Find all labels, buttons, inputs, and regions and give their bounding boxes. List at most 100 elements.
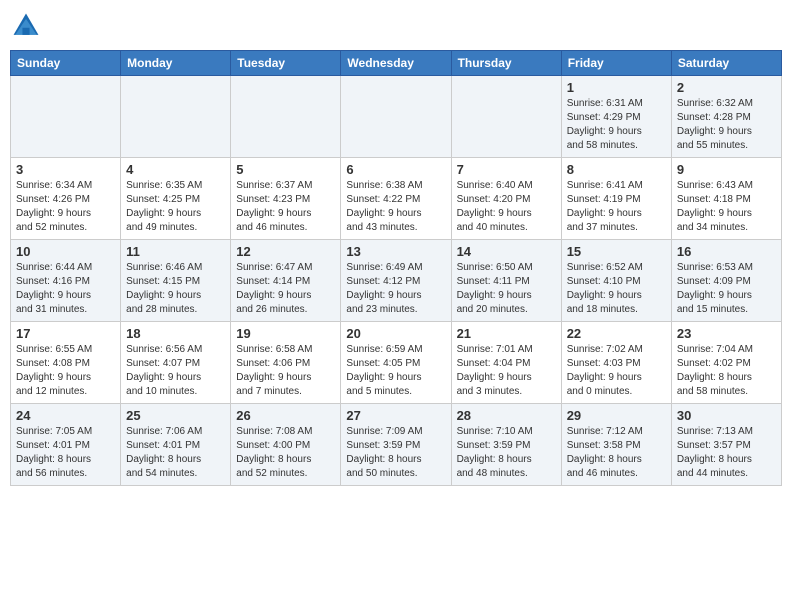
- calendar-cell: 22 Sunrise: 7:02 AM Sunset: 4:03 PM Dayli…: [561, 322, 671, 404]
- day-number: 6: [346, 162, 445, 177]
- calendar-cell: 30 Sunrise: 7:13 AM Sunset: 3:57 PM Dayli…: [671, 404, 781, 486]
- day-number: 8: [567, 162, 666, 177]
- calendar-cell: 11 Sunrise: 6:46 AM Sunset: 4:15 PM Dayli…: [121, 240, 231, 322]
- calendar-cell: 28 Sunrise: 7:10 AM Sunset: 3:59 PM Dayli…: [451, 404, 561, 486]
- calendar-table: SundayMondayTuesdayWednesdayThursdayFrid…: [10, 50, 782, 486]
- day-header: Monday: [121, 51, 231, 76]
- day-number: 13: [346, 244, 445, 259]
- logo-icon: [10, 10, 42, 42]
- day-number: 20: [346, 326, 445, 341]
- day-header: Wednesday: [341, 51, 451, 76]
- day-header: Sunday: [11, 51, 121, 76]
- cell-info: Sunrise: 6:47 AM Sunset: 4:14 PM Dayligh…: [236, 261, 335, 317]
- cell-info: Sunrise: 6:32 AM Sunset: 4:28 PM Dayligh…: [677, 97, 776, 153]
- cell-info: Sunrise: 6:37 AM Sunset: 4:23 PM Dayligh…: [236, 179, 335, 235]
- calendar-cell: 14 Sunrise: 6:50 AM Sunset: 4:11 PM Dayli…: [451, 240, 561, 322]
- day-header: Saturday: [671, 51, 781, 76]
- day-number: 5: [236, 162, 335, 177]
- calendar-cell: 1Sunrise: 6:31 AM Sunset: 4:29 PM Daylig…: [561, 76, 671, 158]
- day-number: 15: [567, 244, 666, 259]
- week-row: 10 Sunrise: 6:44 AM Sunset: 4:16 PM Dayli…: [11, 240, 782, 322]
- calendar-cell: [451, 76, 561, 158]
- calendar-cell: 20Sunrise: 6:59 AM Sunset: 4:05 PM Dayli…: [341, 322, 451, 404]
- cell-info: Sunrise: 7:06 AM Sunset: 4:01 PM Dayligh…: [126, 425, 225, 481]
- day-number: 19: [236, 326, 335, 341]
- day-number: 29: [567, 408, 666, 423]
- day-number: 30: [677, 408, 776, 423]
- calendar-cell: 13 Sunrise: 6:49 AM Sunset: 4:12 PM Dayli…: [341, 240, 451, 322]
- cell-info: Sunrise: 6:46 AM Sunset: 4:15 PM Dayligh…: [126, 261, 225, 317]
- header-row: SundayMondayTuesdayWednesdayThursdayFrid…: [11, 51, 782, 76]
- cell-info: Sunrise: 6:41 AM Sunset: 4:19 PM Dayligh…: [567, 179, 666, 235]
- day-number: 9: [677, 162, 776, 177]
- calendar-cell: 12Sunrise: 6:47 AM Sunset: 4:14 PM Dayli…: [231, 240, 341, 322]
- day-number: 22: [567, 326, 666, 341]
- calendar-cell: 2 Sunrise: 6:32 AM Sunset: 4:28 PM Daylig…: [671, 76, 781, 158]
- calendar-cell: 8 Sunrise: 6:41 AM Sunset: 4:19 PM Daylig…: [561, 158, 671, 240]
- day-number: 7: [457, 162, 556, 177]
- cell-info: Sunrise: 6:53 AM Sunset: 4:09 PM Dayligh…: [677, 261, 776, 317]
- calendar-cell: [11, 76, 121, 158]
- cell-info: Sunrise: 6:50 AM Sunset: 4:11 PM Dayligh…: [457, 261, 556, 317]
- day-number: 2: [677, 80, 776, 95]
- day-header: Thursday: [451, 51, 561, 76]
- cell-info: Sunrise: 6:55 AM Sunset: 4:08 PM Dayligh…: [16, 343, 115, 399]
- day-number: 23: [677, 326, 776, 341]
- calendar-cell: 17Sunrise: 6:55 AM Sunset: 4:08 PM Dayli…: [11, 322, 121, 404]
- calendar-cell: 26 Sunrise: 7:08 AM Sunset: 4:00 PM Dayli…: [231, 404, 341, 486]
- cell-info: Sunrise: 7:12 AM Sunset: 3:58 PM Dayligh…: [567, 425, 666, 481]
- cell-info: Sunrise: 6:38 AM Sunset: 4:22 PM Dayligh…: [346, 179, 445, 235]
- cell-info: Sunrise: 6:58 AM Sunset: 4:06 PM Dayligh…: [236, 343, 335, 399]
- cell-info: Sunrise: 7:01 AM Sunset: 4:04 PM Dayligh…: [457, 343, 556, 399]
- page: SundayMondayTuesdayWednesdayThursdayFrid…: [0, 0, 792, 612]
- calendar-cell: 24Sunrise: 7:05 AM Sunset: 4:01 PM Dayli…: [11, 404, 121, 486]
- day-number: 18: [126, 326, 225, 341]
- cell-info: Sunrise: 6:40 AM Sunset: 4:20 PM Dayligh…: [457, 179, 556, 235]
- header: [10, 10, 782, 42]
- day-header: Friday: [561, 51, 671, 76]
- cell-info: Sunrise: 7:13 AM Sunset: 3:57 PM Dayligh…: [677, 425, 776, 481]
- cell-info: Sunrise: 7:10 AM Sunset: 3:59 PM Dayligh…: [457, 425, 556, 481]
- cell-info: Sunrise: 6:52 AM Sunset: 4:10 PM Dayligh…: [567, 261, 666, 317]
- calendar-cell: 16 Sunrise: 6:53 AM Sunset: 4:09 PM Dayli…: [671, 240, 781, 322]
- cell-info: Sunrise: 7:02 AM Sunset: 4:03 PM Dayligh…: [567, 343, 666, 399]
- cell-info: Sunrise: 7:05 AM Sunset: 4:01 PM Dayligh…: [16, 425, 115, 481]
- day-number: 25: [126, 408, 225, 423]
- week-row: 3Sunrise: 6:34 AM Sunset: 4:26 PM Daylig…: [11, 158, 782, 240]
- logo: [10, 10, 46, 42]
- day-number: 28: [457, 408, 556, 423]
- day-header: Tuesday: [231, 51, 341, 76]
- day-number: 26: [236, 408, 335, 423]
- calendar-cell: 19 Sunrise: 6:58 AM Sunset: 4:06 PM Dayli…: [231, 322, 341, 404]
- day-number: 21: [457, 326, 556, 341]
- day-number: 14: [457, 244, 556, 259]
- calendar-cell: 27Sunrise: 7:09 AM Sunset: 3:59 PM Dayli…: [341, 404, 451, 486]
- calendar-cell: [231, 76, 341, 158]
- calendar-cell: 25 Sunrise: 7:06 AM Sunset: 4:01 PM Dayli…: [121, 404, 231, 486]
- cell-info: Sunrise: 7:08 AM Sunset: 4:00 PM Dayligh…: [236, 425, 335, 481]
- calendar-cell: 23Sunrise: 7:04 AM Sunset: 4:02 PM Dayli…: [671, 322, 781, 404]
- calendar-cell: 21 Sunrise: 7:01 AM Sunset: 4:04 PM Dayli…: [451, 322, 561, 404]
- cell-info: Sunrise: 6:43 AM Sunset: 4:18 PM Dayligh…: [677, 179, 776, 235]
- cell-info: Sunrise: 6:56 AM Sunset: 4:07 PM Dayligh…: [126, 343, 225, 399]
- cell-info: Sunrise: 6:44 AM Sunset: 4:16 PM Dayligh…: [16, 261, 115, 317]
- calendar-cell: 4Sunrise: 6:35 AM Sunset: 4:25 PM Daylig…: [121, 158, 231, 240]
- calendar-cell: 5 Sunrise: 6:37 AM Sunset: 4:23 PM Daylig…: [231, 158, 341, 240]
- calendar-cell: 29 Sunrise: 7:12 AM Sunset: 3:58 PM Dayli…: [561, 404, 671, 486]
- calendar-cell: [341, 76, 451, 158]
- day-number: 4: [126, 162, 225, 177]
- week-row: 24Sunrise: 7:05 AM Sunset: 4:01 PM Dayli…: [11, 404, 782, 486]
- day-number: 3: [16, 162, 115, 177]
- week-row: 17Sunrise: 6:55 AM Sunset: 4:08 PM Dayli…: [11, 322, 782, 404]
- week-row: 1Sunrise: 6:31 AM Sunset: 4:29 PM Daylig…: [11, 76, 782, 158]
- calendar-cell: 6 Sunrise: 6:38 AM Sunset: 4:22 PM Daylig…: [341, 158, 451, 240]
- day-number: 16: [677, 244, 776, 259]
- calendar-cell: 7 Sunrise: 6:40 AM Sunset: 4:20 PM Daylig…: [451, 158, 561, 240]
- cell-info: Sunrise: 6:49 AM Sunset: 4:12 PM Dayligh…: [346, 261, 445, 317]
- calendar-cell: 18 Sunrise: 6:56 AM Sunset: 4:07 PM Dayli…: [121, 322, 231, 404]
- calendar-cell: [121, 76, 231, 158]
- day-number: 11: [126, 244, 225, 259]
- calendar-cell: 9 Sunrise: 6:43 AM Sunset: 4:18 PM Daylig…: [671, 158, 781, 240]
- day-number: 10: [16, 244, 115, 259]
- cell-info: Sunrise: 6:31 AM Sunset: 4:29 PM Dayligh…: [567, 97, 666, 153]
